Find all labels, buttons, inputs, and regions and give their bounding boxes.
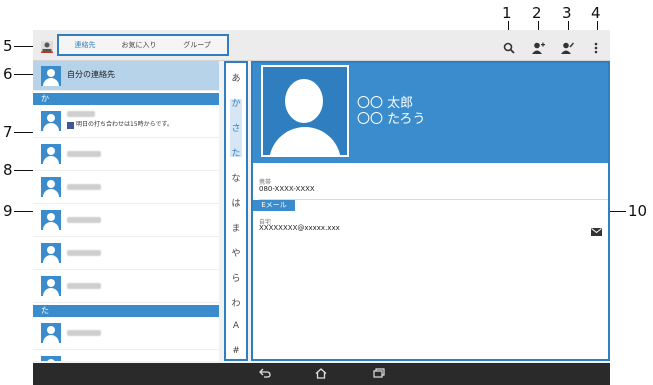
list-item[interactable] <box>33 270 219 303</box>
index-letter-ta[interactable]: た <box>226 146 246 159</box>
index-letter-na[interactable]: な <box>226 171 246 184</box>
callout-line-6 <box>14 74 35 75</box>
callout-4: 4 <box>591 4 601 22</box>
add-contact-icon[interactable] <box>532 39 545 54</box>
avatar-icon <box>41 276 61 296</box>
callout-7: 7 <box>3 123 13 141</box>
overflow-menu-icon[interactable] <box>594 39 598 54</box>
contact-name-reading: 〇〇 たろう <box>357 112 426 127</box>
email-value[interactable]: XXXXXXXX@xxxxx.xxx <box>259 224 340 232</box>
avatar-icon <box>41 243 61 263</box>
edit-contact-icon[interactable] <box>561 39 575 54</box>
callout-6: 6 <box>3 65 13 83</box>
tab-groups[interactable]: グループ <box>171 36 223 54</box>
contact-name-blurred <box>67 111 95 117</box>
avatar-icon <box>41 210 61 230</box>
index-letter-ka[interactable]: か <box>226 96 246 109</box>
callout-8: 8 <box>3 161 13 179</box>
contact-name-blurred <box>67 217 101 223</box>
section-header-ta: た <box>33 305 219 317</box>
index-letter-ra[interactable]: ら <box>226 271 246 284</box>
list-item[interactable] <box>33 171 219 204</box>
avatar-icon <box>41 356 61 361</box>
avatar-icon <box>41 111 61 131</box>
callout-1: 1 <box>502 4 512 22</box>
contact-photo[interactable] <box>261 65 349 157</box>
section-header-ka: か <box>33 93 219 105</box>
avatar-icon <box>41 66 61 86</box>
avatar-icon <box>41 144 61 164</box>
callout-2: 2 <box>532 4 542 22</box>
index-letter-sa[interactable]: さ <box>226 121 246 134</box>
action-bar: 連絡先 お気に入り グループ <box>33 30 610 61</box>
contact-name-blurred <box>67 184 101 190</box>
contact-name-blurred <box>67 151 101 157</box>
avatar-icon <box>41 323 61 343</box>
contact-name-blurred <box>67 250 101 256</box>
callout-line-10 <box>610 211 626 212</box>
index-letter-a[interactable]: あ <box>226 71 246 84</box>
my-profile-label: 自分の連絡先 <box>67 70 115 79</box>
index-letter-ma[interactable]: ま <box>226 221 246 234</box>
my-profile-row[interactable]: 自分の連絡先 <box>33 61 219 91</box>
system-navigation-bar <box>33 363 610 385</box>
mail-icon[interactable] <box>591 221 602 236</box>
contacts-app-icon[interactable] <box>41 38 53 53</box>
list-item[interactable] <box>33 138 219 171</box>
index-letter-latin[interactable]: A <box>226 321 246 331</box>
contact-name: 〇〇 太郎 <box>357 96 414 111</box>
callout-9: 9 <box>3 202 13 220</box>
index-scroll-bar[interactable]: あ か さ た な は ま や ら わ A # <box>224 61 248 361</box>
list-item[interactable] <box>33 237 219 270</box>
back-icon[interactable] <box>259 368 271 382</box>
callout-5: 5 <box>3 37 13 55</box>
list-item[interactable] <box>33 350 219 361</box>
contact-header-banner: 〇〇 太郎 〇〇 たろう <box>253 63 608 163</box>
recent-apps-icon[interactable] <box>373 368 385 382</box>
email-section-header: Eメール <box>253 200 295 211</box>
home-icon[interactable] <box>315 368 327 383</box>
index-letter-wa[interactable]: わ <box>226 296 246 309</box>
index-letter-hash[interactable]: # <box>226 346 246 356</box>
list-item[interactable] <box>33 204 219 237</box>
phone-value[interactable]: 080-XXXX-XXXX <box>259 185 315 193</box>
search-icon[interactable] <box>503 39 515 54</box>
index-letter-ha[interactable]: は <box>226 196 246 209</box>
callout-10: 10 <box>628 202 648 220</box>
callout-3: 3 <box>562 4 572 22</box>
list-item[interactable]: 明日の打ち合わせは15時からです。 <box>33 105 219 138</box>
facebook-icon <box>67 122 74 129</box>
tab-contacts[interactable]: 連絡先 <box>63 36 107 56</box>
tab-bar: 連絡先 お気に入り グループ <box>57 34 229 56</box>
contact-list: 自分の連絡先 か 明日の打ち合わせは15時からです。 た <box>33 61 219 361</box>
contact-name-blurred <box>67 330 101 336</box>
contacts-app: 連絡先 お気に入り グループ 自分の連絡先 か 明日の打ち合わせは15時からです… <box>33 30 610 385</box>
divider <box>259 199 608 200</box>
avatar-icon <box>41 177 61 197</box>
list-item[interactable] <box>33 317 219 350</box>
tab-favorites[interactable]: お気に入り <box>111 36 167 54</box>
contact-name-blurred <box>67 283 101 289</box>
contact-status: 明日の打ち合わせは15時からです。 <box>76 121 173 128</box>
contact-detail-pane: 〇〇 太郎 〇〇 たろう 携帯 080-XXXX-XXXX Eメール 自宅 XX… <box>251 61 610 361</box>
index-letter-ya[interactable]: や <box>226 246 246 259</box>
